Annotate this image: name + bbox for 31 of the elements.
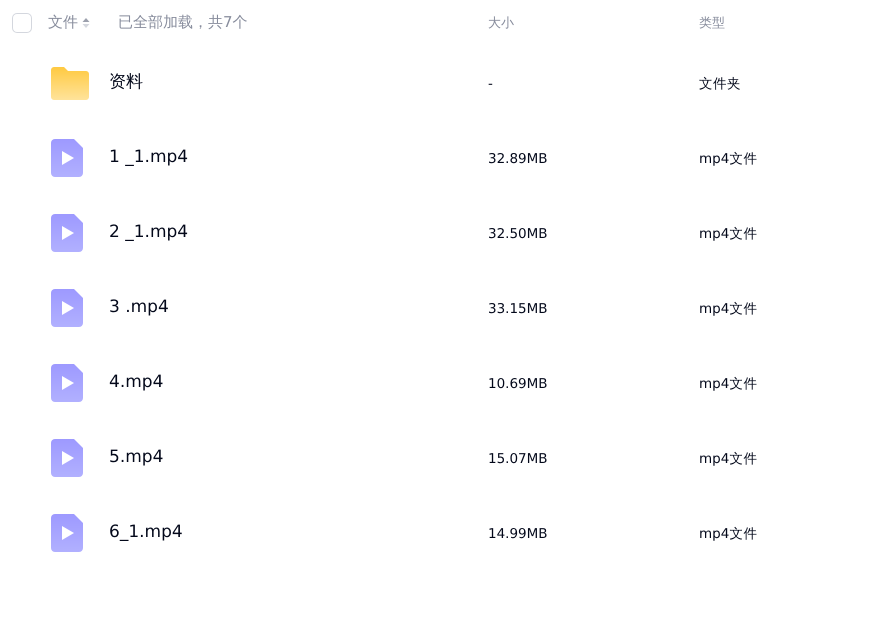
video-file-icon (51, 364, 83, 402)
video-file-icon (51, 438, 83, 476)
file-name[interactable]: 1 _1.mp4 (109, 144, 188, 170)
file-type: mp4文件 (699, 526, 758, 542)
file-size: 10.69MB (488, 376, 548, 392)
file-size: 15.07MB (488, 450, 548, 466)
file-name[interactable]: 4.mp4 (109, 370, 164, 396)
file-type: mp4文件 (699, 150, 758, 166)
file-size: 14.99MB (488, 526, 548, 542)
file-size: 33.15MB (488, 300, 548, 316)
video-file-icon (51, 288, 83, 326)
file-name[interactable]: 5.mp4 (109, 444, 164, 470)
file-name[interactable]: 2 _1.mp4 (109, 220, 188, 246)
video-file-icon (51, 214, 83, 252)
file-size: 32.89MB (488, 150, 548, 166)
file-size: - (488, 76, 493, 92)
file-type: mp4文件 (699, 300, 758, 316)
file-name[interactable]: 3 .mp4 (109, 294, 169, 320)
video-file-icon (51, 514, 83, 552)
file-type: mp4文件 (699, 376, 758, 392)
folder-icon (51, 66, 89, 100)
file-name[interactable]: 6_1.mp4 (109, 520, 183, 546)
load-status-text: 已全部加载，共7个 (118, 12, 248, 34)
file-type: 文件夹 (699, 76, 741, 92)
file-type: mp4文件 (699, 450, 758, 466)
select-all-checkbox[interactable] (12, 12, 32, 32)
file-name[interactable]: 资料 (109, 70, 143, 96)
file-type: mp4文件 (699, 226, 758, 242)
sort-icon[interactable] (82, 16, 90, 30)
file-size: 32.50MB (488, 226, 548, 242)
video-file-icon (51, 138, 83, 176)
